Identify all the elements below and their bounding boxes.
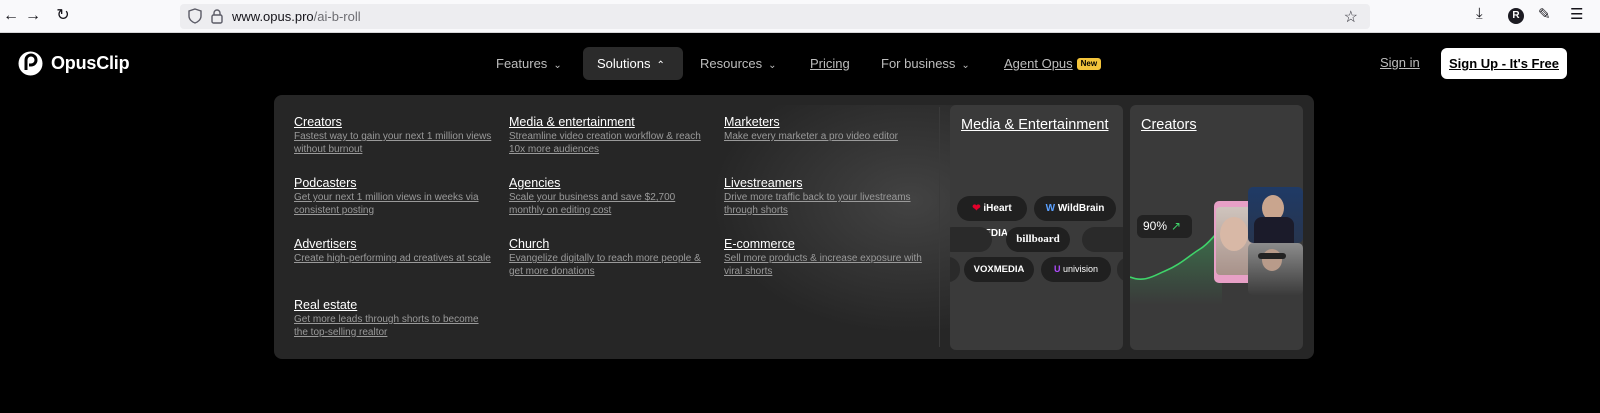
solution-agencies[interactable]: Agencies Scale your business and save $2… <box>509 176 709 217</box>
logo-pill-placeholder <box>1117 257 1123 282</box>
logo-pill-placeholder <box>950 227 992 252</box>
address-bar[interactable]: www.opus.pro/ai-b-roll ☆ <box>180 4 1370 29</box>
extensions-icon[interactable]: ✎ <box>1538 5 1551 27</box>
solution-advertisers[interactable]: Advertisers Create high-performing ad cr… <box>294 237 494 266</box>
arrow-up-right-icon: ↗ <box>1171 219 1182 233</box>
creators-card[interactable]: Creators 90% ↗ <box>1130 105 1303 350</box>
nav-features[interactable]: Features ⌄ <box>482 47 576 80</box>
shield-icon[interactable] <box>188 8 202 24</box>
logo-pill-placeholder <box>950 257 960 282</box>
nav-agent-opus[interactable]: Agent Opus New <box>990 47 1115 80</box>
site-header: OpusClip Features ⌄ Solutions ⌃ Resources ⌄… <box>0 33 1600 95</box>
solution-real-estate[interactable]: Real estate Get more leads through short… <box>294 298 494 339</box>
nav-for-business[interactable]: For business ⌄ <box>867 47 984 80</box>
chevron-down-icon: ⌄ <box>768 60 777 71</box>
panel-divider <box>939 107 940 347</box>
solutions-dropdown: Creators Fastest way to gain your next 1… <box>274 95 1314 359</box>
solution-media-entertainment[interactable]: Media & entertainment Streamline video c… <box>509 115 709 156</box>
creator-thumbnail <box>1248 243 1303 295</box>
chevron-down-icon: ⌄ <box>961 60 970 71</box>
account-avatar[interactable]: R <box>1508 8 1524 24</box>
nav-resources[interactable]: Resources ⌄ <box>686 47 791 80</box>
card-title: Media & Entertainment <box>961 117 1109 133</box>
nav-solutions[interactable]: Solutions ⌃ <box>583 47 683 80</box>
opusclip-logo-icon <box>18 51 43 76</box>
reload-icon[interactable]: ↻ <box>52 5 74 27</box>
back-icon[interactable]: ← <box>0 5 22 27</box>
url-text: www.opus.pro/ai-b-roll <box>232 9 361 24</box>
nav-pricing[interactable]: Pricing <box>796 47 864 80</box>
bookmark-star-icon[interactable]: ☆ <box>1344 7 1358 27</box>
new-badge: New <box>1076 58 1102 70</box>
lock-icon[interactable] <box>210 8 224 24</box>
growth-stat: 90% ↗ <box>1137 215 1192 238</box>
logo-text: OpusClip <box>51 53 130 73</box>
creator-thumbnail <box>1248 187 1303 243</box>
univision-logo: U univision <box>1041 257 1111 282</box>
media-entertainment-card[interactable]: Media & Entertainment ❤ iHeart MEDIA W W… <box>950 105 1123 350</box>
signup-button[interactable]: Sign Up - It's Free <box>1441 48 1567 79</box>
signin-link[interactable]: Sign in <box>1380 55 1420 70</box>
download-icon[interactable]: ⤓ <box>1476 5 1483 27</box>
chevron-down-icon: ⌄ <box>553 60 562 71</box>
iheartmedia-logo: ❤ iHeart MEDIA <box>957 196 1027 239</box>
chevron-up-icon: ⌃ <box>656 60 665 71</box>
logo-pill-placeholder <box>1082 227 1123 252</box>
card-title: Creators <box>1141 117 1197 133</box>
solution-church[interactable]: Church Evangelize digitally to reach mor… <box>509 237 709 278</box>
solution-livestreamers[interactable]: Livestreamers Drive more traffic back to… <box>724 176 924 217</box>
solution-creators[interactable]: Creators Fastest way to gain your next 1… <box>294 115 494 156</box>
menu-icon[interactable]: ☰ <box>1570 5 1583 27</box>
wildbrain-logo: W WildBrain <box>1034 196 1116 221</box>
solution-marketers[interactable]: Marketers Make every marketer a pro vide… <box>724 115 924 144</box>
solution-podcasters[interactable]: Podcasters Get your next 1 million views… <box>294 176 494 217</box>
voxmedia-logo: VOXMEDIA <box>964 257 1034 282</box>
forward-icon[interactable]: → <box>22 5 44 27</box>
solution-ecommerce[interactable]: E-commerce Sell more products & increase… <box>724 237 924 278</box>
browser-toolbar: ← → ↻ www.opus.pro/ai-b-roll ☆ ⤓ R ✎ ☰ <box>0 0 1600 33</box>
billboard-logo: billboard <box>1006 227 1070 252</box>
opusclip-logo[interactable]: OpusClip <box>18 51 130 76</box>
